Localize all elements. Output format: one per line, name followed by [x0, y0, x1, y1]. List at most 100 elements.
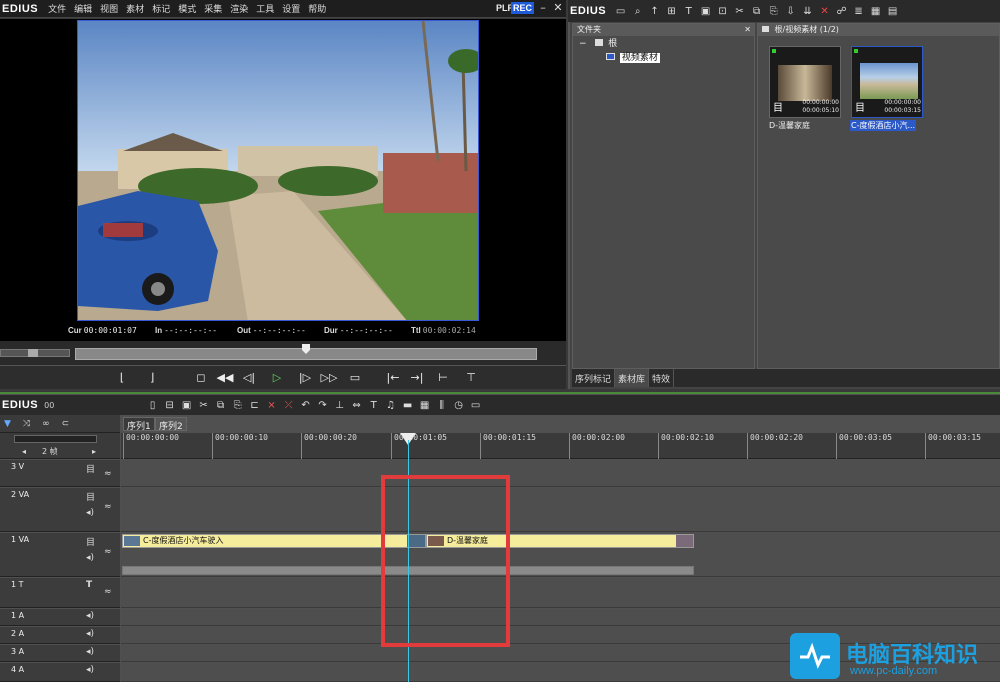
menu-edit[interactable]: 编辑 [70, 2, 96, 15]
mixer-icon[interactable]: ⫼ [433, 397, 450, 414]
cut-icon[interactable]: ✂ [731, 3, 748, 20]
close-icon[interactable]: ✕ [551, 2, 565, 15]
clip-label[interactable]: D-温馨家庭 [769, 120, 810, 131]
minimize-icon[interactable]: – [536, 2, 550, 15]
menu-mode[interactable]: 模式 [174, 2, 200, 15]
tab-sequence-2[interactable]: 序列2 [155, 417, 187, 432]
folder-video-clips[interactable]: 视频素材 [573, 50, 754, 64]
render-icon[interactable]: ▬ [399, 397, 416, 414]
video-mute-icon[interactable]: 目 [86, 535, 95, 548]
overwrite-timeline-icon[interactable]: ⇊ [799, 3, 816, 20]
zoom-slider[interactable] [14, 435, 97, 443]
export-icon[interactable]: ⊤ [462, 369, 480, 387]
track-header-1t[interactable]: 1 T T ≈ [0, 578, 120, 608]
folder-icon[interactable]: ▭ [612, 3, 629, 20]
new-sequence-icon[interactable]: ▯ [144, 397, 161, 414]
rec-toggle[interactable]: REC [510, 2, 534, 14]
track-header-4a[interactable]: 4 A ◂) [0, 663, 120, 682]
jog-handle[interactable] [28, 349, 38, 357]
open-project-icon[interactable]: ⊟ [161, 397, 178, 414]
sync-lock-icon[interactable]: ≈ [104, 547, 112, 557]
clip-thumbnail[interactable]: 目 00:00:00:00 00:00:05:10 [769, 46, 841, 118]
redo-icon[interactable]: ↷ [314, 397, 331, 414]
sync-lock-icon[interactable]: ≈ [104, 587, 112, 597]
undo-icon[interactable]: ↶ [297, 397, 314, 414]
step-back-icon[interactable]: ◁| [240, 369, 258, 387]
track-header-3a[interactable]: 3 A ◂) [0, 645, 120, 662]
menu-render[interactable]: 渲染 [226, 2, 252, 15]
grid-icon[interactable]: ▦ [416, 397, 433, 414]
replace-icon[interactable]: ⊏ [246, 397, 263, 414]
set-out-icon[interactable]: ⌋ [143, 369, 161, 387]
properties-icon[interactable]: ☍ [833, 3, 850, 20]
up-folder-icon[interactable]: ↑ [646, 3, 663, 20]
stop-icon[interactable]: ◻ [192, 369, 210, 387]
add-clip-icon[interactable]: ⊞ [663, 3, 680, 20]
track-2va[interactable] [121, 488, 1000, 532]
track-header-1va[interactable]: 1 VA 目 ◂) ≈ [0, 533, 120, 577]
timeline-tc-field[interactable]: 00 [44, 401, 124, 410]
title-icon[interactable]: T [680, 3, 697, 20]
paste-icon[interactable]: ⎘ [229, 397, 246, 414]
folder-pane-close-icon[interactable]: ✕ [744, 24, 751, 36]
menu-tools[interactable]: 工具 [252, 2, 278, 15]
zoom-down-icon[interactable]: ◂ [22, 447, 26, 456]
delete-icon[interactable]: ✕ [816, 3, 833, 20]
play-icon[interactable]: ▷ [268, 369, 286, 387]
track-3v[interactable] [121, 460, 1000, 487]
mic-icon[interactable]: ♫ [382, 397, 399, 414]
mode-icon[interactable]: ⇔ [348, 397, 365, 414]
add-sequence-icon[interactable]: ⊡ [714, 3, 731, 20]
clip-label-selected[interactable]: C-度假酒店小汽... [850, 120, 917, 131]
audio-mute-icon[interactable]: ◂) [86, 508, 94, 518]
video-mute-icon[interactable]: 目 [86, 490, 95, 503]
delete-icon[interactable]: ⨯ [263, 397, 280, 414]
sync-lock-icon[interactable]: ≈ [104, 469, 112, 479]
clip-thumbnail-selected[interactable]: 目 00:00:00:00 00:00:03:15 [851, 46, 923, 118]
menu-settings[interactable]: 设置 [278, 2, 304, 15]
paste-icon[interactable]: ⎘ [765, 3, 782, 20]
track-header-1a[interactable]: 1 A ◂) [0, 609, 120, 626]
audio-mute-icon[interactable]: ◂) [86, 665, 94, 675]
split-icon[interactable]: ⊢ [434, 369, 452, 387]
tab-effects[interactable]: 特效 [649, 369, 675, 387]
overwrite-icon[interactable]: →| [408, 369, 426, 387]
menu-capture[interactable]: 采集 [200, 2, 226, 15]
track-1t[interactable] [121, 578, 1000, 608]
timeline-ruler[interactable]: 00:00:00:00 00:00:00:10 00:00:00:20 00:0… [121, 433, 1000, 459]
audio-mute-icon[interactable]: ◂) [86, 629, 94, 639]
sync-icon[interactable]: ∞ [42, 419, 50, 429]
zoom-up-icon[interactable]: ▸ [92, 447, 96, 456]
add-cut-icon[interactable]: ⊥ [331, 397, 348, 414]
view-mode-icon[interactable]: ▦ [867, 3, 884, 20]
loop-icon[interactable]: ▭ [346, 369, 364, 387]
sync-lock-icon[interactable]: ≈ [104, 502, 112, 512]
save-project-icon[interactable]: ▣ [178, 397, 195, 414]
tab-source-browser[interactable]: 素材库 [615, 369, 650, 387]
audio-mute-icon[interactable]: ◂) [86, 647, 94, 657]
menu-file[interactable]: 文件 [44, 2, 70, 15]
select-mode-icon[interactable]: ▼ [4, 419, 11, 429]
tab-sequence-markers[interactable]: 序列标记 [572, 369, 616, 387]
set-in-icon[interactable]: ⌊ [113, 369, 131, 387]
bin-menu-icon[interactable]: ▤ [884, 3, 901, 20]
collapse-icon[interactable]: − [579, 39, 587, 49]
video-mute-icon[interactable]: 目 [86, 462, 95, 475]
menu-help[interactable]: 帮助 [304, 2, 330, 15]
search-icon[interactable]: ⌕ [629, 3, 646, 20]
audio-mute-icon[interactable]: ◂) [86, 611, 94, 621]
tab-sequence-1[interactable]: 序列1 [123, 417, 155, 432]
menu-view[interactable]: 视图 [96, 2, 122, 15]
track-1a[interactable] [121, 609, 1000, 626]
layout-icon[interactable]: ▭ [467, 397, 484, 414]
ripple-delete-icon[interactable]: ⤫ [280, 397, 297, 414]
audio-mute-icon[interactable]: ◂) [86, 553, 94, 563]
clock-icon[interactable]: ◷ [450, 397, 467, 414]
list-view-icon[interactable]: ≣ [850, 3, 867, 20]
link-icon[interactable]: ⊂ [62, 419, 70, 429]
menu-clip[interactable]: 素材 [122, 2, 148, 15]
ripple-mode-icon[interactable]: ⤨ [23, 419, 30, 429]
cut-icon[interactable]: ✂ [195, 397, 212, 414]
step-forward-icon[interactable]: |▷ [296, 369, 314, 387]
track-header-2va[interactable]: 2 VA 目 ◂) ≈ [0, 488, 120, 532]
